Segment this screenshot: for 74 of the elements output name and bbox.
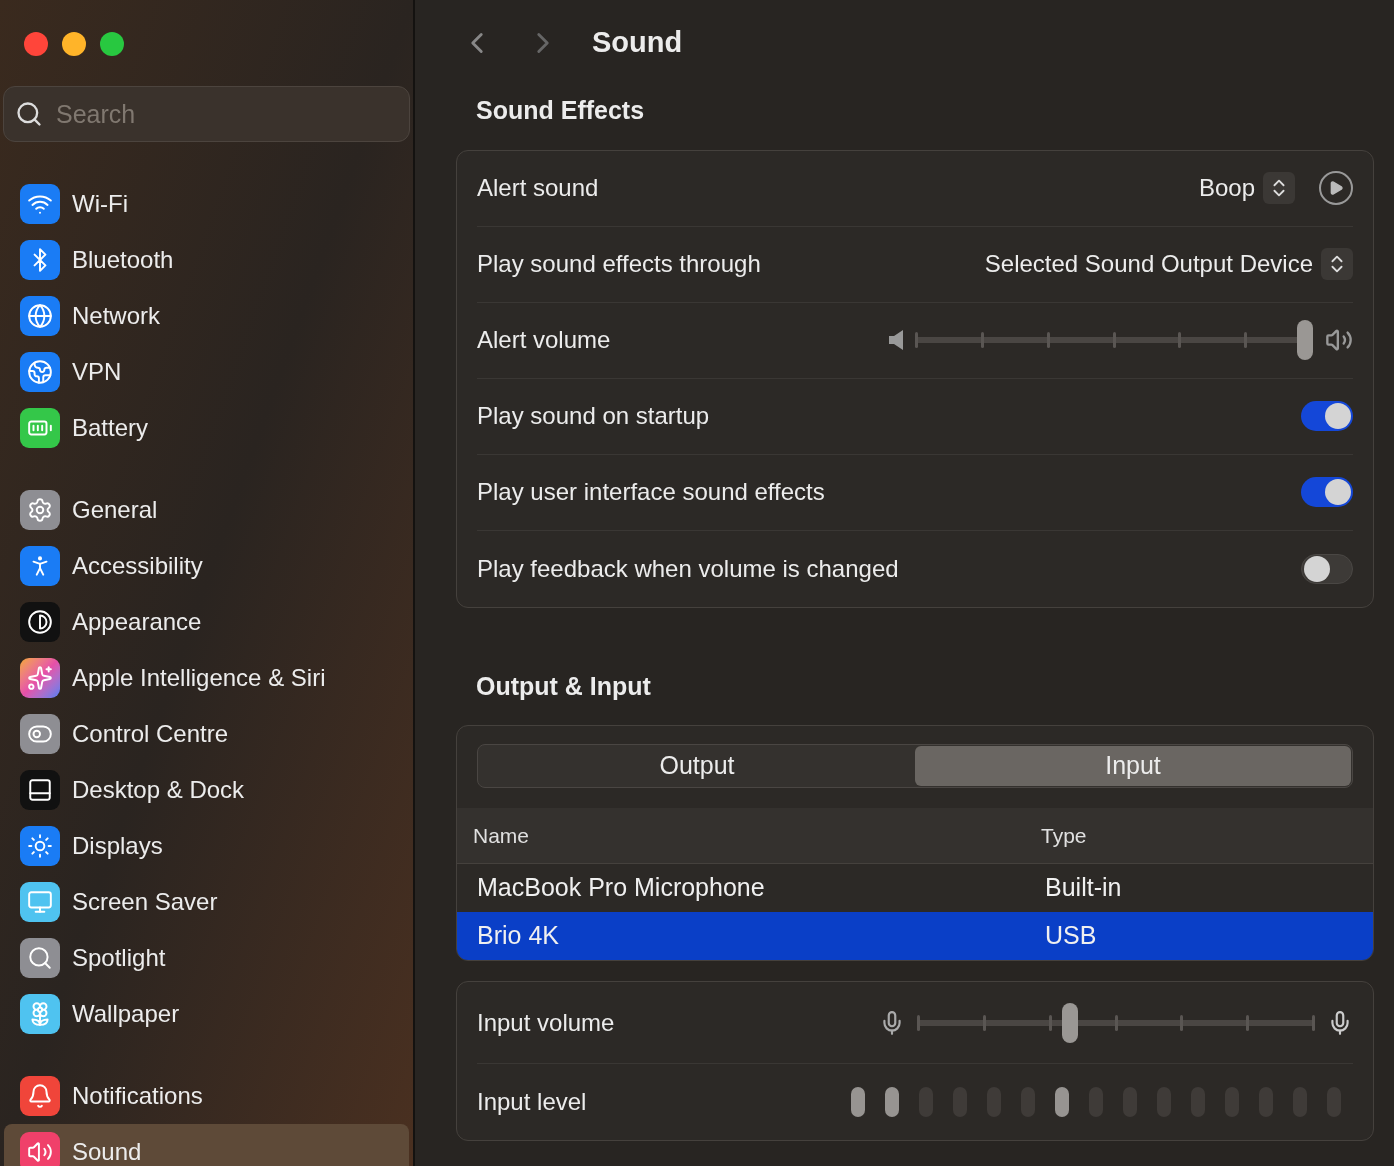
sidebar-item[interactable]: Accessibility — [4, 538, 409, 594]
screen-icon — [20, 882, 60, 922]
sidebar-item[interactable]: Notifications — [4, 1068, 409, 1124]
sun-icon — [20, 826, 60, 866]
toggle-switch[interactable] — [1301, 553, 1353, 584]
table-row[interactable]: MacBook Pro Microphone Built-in — [457, 864, 1373, 912]
setting-label: Play sound on startup — [477, 401, 710, 431]
table-cell-text: USB — [1045, 920, 1097, 952]
sidebar-item[interactable]: Displays — [4, 818, 409, 874]
bell-icon — [20, 1076, 60, 1116]
sidebar-item[interactable]: Spotlight — [4, 930, 409, 986]
sidebar-item[interactable]: Network — [4, 288, 409, 344]
sparkle-icon — [20, 658, 60, 698]
bluetooth-icon — [20, 240, 60, 280]
slider-track[interactable] — [915, 322, 1313, 358]
table-cell-text: Built-in — [1045, 872, 1122, 904]
segment-tab[interactable]: Output — [479, 746, 915, 786]
sidebar-item[interactable]: Apple Intelligence & Siri — [4, 650, 409, 706]
window-button[interactable] — [62, 32, 86, 56]
sidebar-item[interactable]: Appearance — [4, 594, 409, 650]
table-cell-text: Brio 4K — [476, 920, 560, 952]
table-cell-text: MacBook Pro Microphone — [476, 872, 766, 904]
setting-label: Play user interface sound effects — [477, 477, 825, 507]
table-row[interactable]: Brio 4K USB — [457, 912, 1373, 960]
sidebar-item[interactable]: VPN — [4, 344, 409, 400]
segment-tab[interactable]: Input — [915, 746, 1351, 786]
popup-button[interactable]: Boop — [1198, 170, 1295, 206]
toggle-switch[interactable] — [1301, 477, 1353, 507]
globe-icon — [20, 352, 60, 392]
column-header: Type — [1041, 822, 1087, 849]
sidebar-item[interactable]: Wallpaper — [4, 986, 409, 1042]
search-icon — [20, 938, 60, 978]
speaker-low-icon — [889, 330, 903, 350]
slider-thumb[interactable] — [1297, 320, 1313, 360]
contrast-icon — [20, 602, 60, 642]
popup-button[interactable]: Selected Sound Output Device — [984, 246, 1353, 282]
slider-thumb[interactable] — [1062, 1002, 1079, 1043]
sidebar-item[interactable]: Control Centre — [4, 706, 409, 762]
sidebar-item[interactable]: Bluetooth — [4, 232, 409, 288]
flower-icon — [20, 994, 60, 1034]
window-title: Sound — [592, 25, 683, 61]
setting-label: Input level — [477, 1087, 587, 1117]
section-heading: Sound Effects — [476, 95, 646, 126]
setting-label: Alert volume — [477, 325, 611, 355]
sidebar-item[interactable]: Sound — [4, 1124, 409, 1166]
setting-label: Input volume — [477, 1007, 615, 1038]
stepper-icon — [1321, 248, 1353, 280]
search-field[interactable]: Search — [3, 86, 410, 142]
sidebar-item[interactable]: Battery — [4, 400, 409, 456]
globe-icon — [20, 296, 60, 336]
window-button[interactable] — [24, 32, 48, 56]
sidebar-item[interactable]: Wi-Fi — [4, 176, 409, 232]
setting-label: Alert sound — [477, 173, 599, 203]
accessibility-icon — [20, 546, 60, 586]
section-heading: Output & Input — [476, 670, 652, 702]
toggles-icon — [20, 714, 60, 754]
sidebar-item[interactable]: Screen Saver — [4, 874, 409, 930]
play-button[interactable] — [1319, 171, 1353, 205]
gear-icon — [20, 490, 60, 530]
window-button[interactable] — [100, 32, 124, 56]
search-icon — [15, 100, 43, 128]
wifi-icon — [20, 184, 60, 224]
slider-track[interactable] — [917, 1004, 1315, 1041]
sidebar-item[interactable]: Desktop & Dock — [4, 762, 409, 818]
dock-icon — [20, 770, 60, 810]
setting-label: Play feedback when volume is changed — [477, 553, 899, 584]
play-icon — [1328, 180, 1344, 196]
sidebar-item[interactable]: General — [4, 482, 409, 538]
stepper-icon — [1263, 172, 1295, 204]
column-header: Name — [472, 822, 531, 849]
toggle-switch[interactable] — [1301, 401, 1353, 431]
setting-label: Play sound effects through — [477, 249, 761, 279]
speaker-icon — [20, 1132, 60, 1166]
battery-icon — [20, 408, 60, 448]
